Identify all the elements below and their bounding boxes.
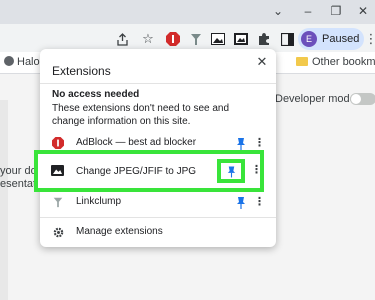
more-options-icon[interactable]: ⋮ (254, 137, 265, 150)
title-bar: ⌄ – ❐ ✕ (0, 0, 375, 24)
extensions-puzzle-icon[interactable] (255, 30, 273, 48)
side-panel-icon[interactable] (278, 30, 296, 48)
section-heading: No access needed (52, 89, 140, 100)
folder-icon (296, 57, 308, 66)
profile-button[interactable]: E Paused (298, 28, 364, 50)
chevron-down-icon[interactable]: ⌄ (268, 3, 288, 19)
extension-name: Change JPEG/JFIF to JPG (76, 166, 197, 177)
divider (40, 83, 276, 84)
extension-row-linkclump[interactable]: Linkclump ⋮ (52, 195, 265, 211)
linkclump-icon[interactable] (187, 30, 205, 48)
image-icon (51, 165, 64, 176)
extension-name: Linkclump (76, 196, 122, 207)
close-window-icon[interactable]: ✕ (353, 3, 373, 19)
image-icon[interactable] (232, 30, 250, 48)
minimize-icon[interactable]: – (298, 3, 318, 19)
bookmark-halo[interactable]: Halo (4, 56, 40, 68)
gear-icon (52, 226, 64, 238)
developer-mode-toggle[interactable] (350, 93, 375, 105)
pin-icon (227, 165, 235, 177)
globe-icon (4, 56, 14, 66)
restore-icon[interactable]: ❐ (326, 3, 346, 19)
star-icon[interactable]: ☆ (139, 30, 157, 48)
manage-extensions-label: Manage extensions (76, 226, 163, 237)
share-icon[interactable] (113, 30, 131, 48)
more-options-icon[interactable]: ⋮ (254, 196, 265, 209)
bookmark-label: Other bookmark (312, 56, 375, 68)
page-text-fragment: esentati (0, 178, 39, 190)
pin-icon[interactable] (235, 196, 247, 209)
bookmark-other[interactable]: Other bookmark (296, 56, 375, 68)
section-description: These extensions don't need to see and c… (52, 103, 230, 127)
popup-title: Extensions (52, 64, 111, 78)
adblock-icon (52, 137, 64, 149)
divider (40, 217, 276, 218)
developer-mode-label: Developer mode (275, 93, 356, 105)
adblock-icon[interactable] (164, 30, 182, 48)
image-converter-icon[interactable] (209, 30, 227, 48)
more-options-icon[interactable]: ⋮ (251, 163, 262, 176)
close-icon[interactable]: ✕ (254, 54, 270, 70)
pin-button-highlight[interactable] (217, 159, 245, 183)
bookmark-label: Halo (17, 56, 40, 68)
extension-name: AdBlock — best ad blocker (76, 137, 197, 148)
linkclump-icon (52, 196, 64, 208)
pin-icon[interactable] (235, 137, 247, 150)
page-sidebar-edge (0, 100, 8, 300)
extension-row-change-jpeg[interactable]: Change JPEG/JFIF to JPG ⋮ (34, 150, 264, 192)
extensions-popup: Extensions ✕ No access needed These exte… (40, 49, 276, 247)
profile-status: Paused (322, 33, 360, 45)
avatar: E (301, 31, 317, 47)
menu-kebab-icon[interactable]: ⋮ (362, 30, 375, 48)
